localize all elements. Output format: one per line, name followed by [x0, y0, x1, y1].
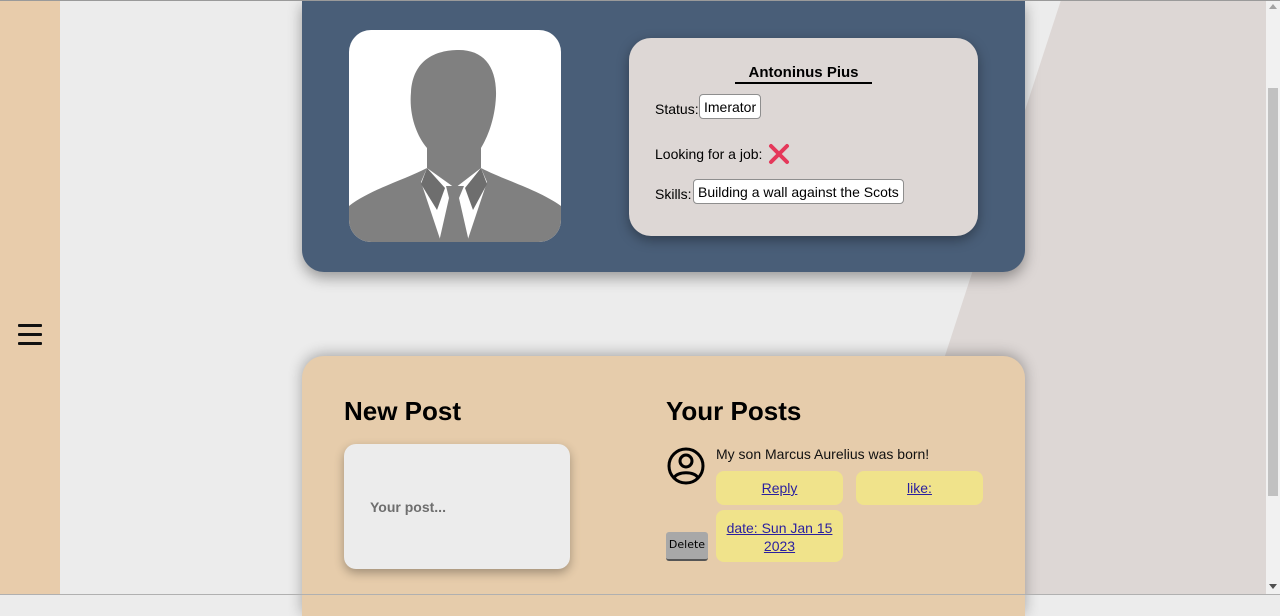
- new-post-heading: New Post: [344, 396, 462, 426]
- scroll-down-arrow-icon[interactable]: [1269, 584, 1277, 589]
- status-label: Status:: [655, 101, 699, 117]
- window-top-border: [0, 0, 1280, 1]
- cross-icon: [769, 144, 789, 164]
- like-button[interactable]: like:: [856, 471, 983, 505]
- job-label: Looking for a job:: [655, 146, 763, 162]
- profile-card: Antoninus Pius Status: Imerator Looking …: [302, 0, 1025, 272]
- new-post-input[interactable]: [344, 444, 570, 569]
- reply-button[interactable]: Reply: [716, 471, 843, 505]
- sidebar: [0, 0, 60, 595]
- scrollbar-thumb[interactable]: [1268, 88, 1278, 496]
- skills-label: Skills:: [655, 186, 692, 202]
- vertical-scrollbar[interactable]: [1266, 0, 1280, 595]
- post-text: My son Marcus Aurelius was born!: [716, 446, 930, 462]
- status-value: Imerator: [699, 94, 762, 119]
- hamburger-icon[interactable]: [18, 324, 42, 346]
- person-silhouette-avatar: [349, 30, 561, 242]
- date-button[interactable]: date: Sun Jan 15 2023: [716, 510, 843, 562]
- profile-name: Antoninus Pius: [735, 64, 872, 84]
- scroll-up-arrow-icon[interactable]: [1269, 4, 1277, 9]
- profile-info-card: Antoninus Pius Status: Imerator Looking …: [629, 38, 978, 236]
- user-circle-icon: [667, 447, 705, 485]
- skills-value: Building a wall against the Scots: [693, 179, 904, 204]
- posts-card: New Post Your Posts My son Marcus Aureli…: [302, 356, 1025, 616]
- delete-button[interactable]: Delete: [666, 532, 708, 561]
- your-posts-heading: Your Posts: [666, 396, 802, 426]
